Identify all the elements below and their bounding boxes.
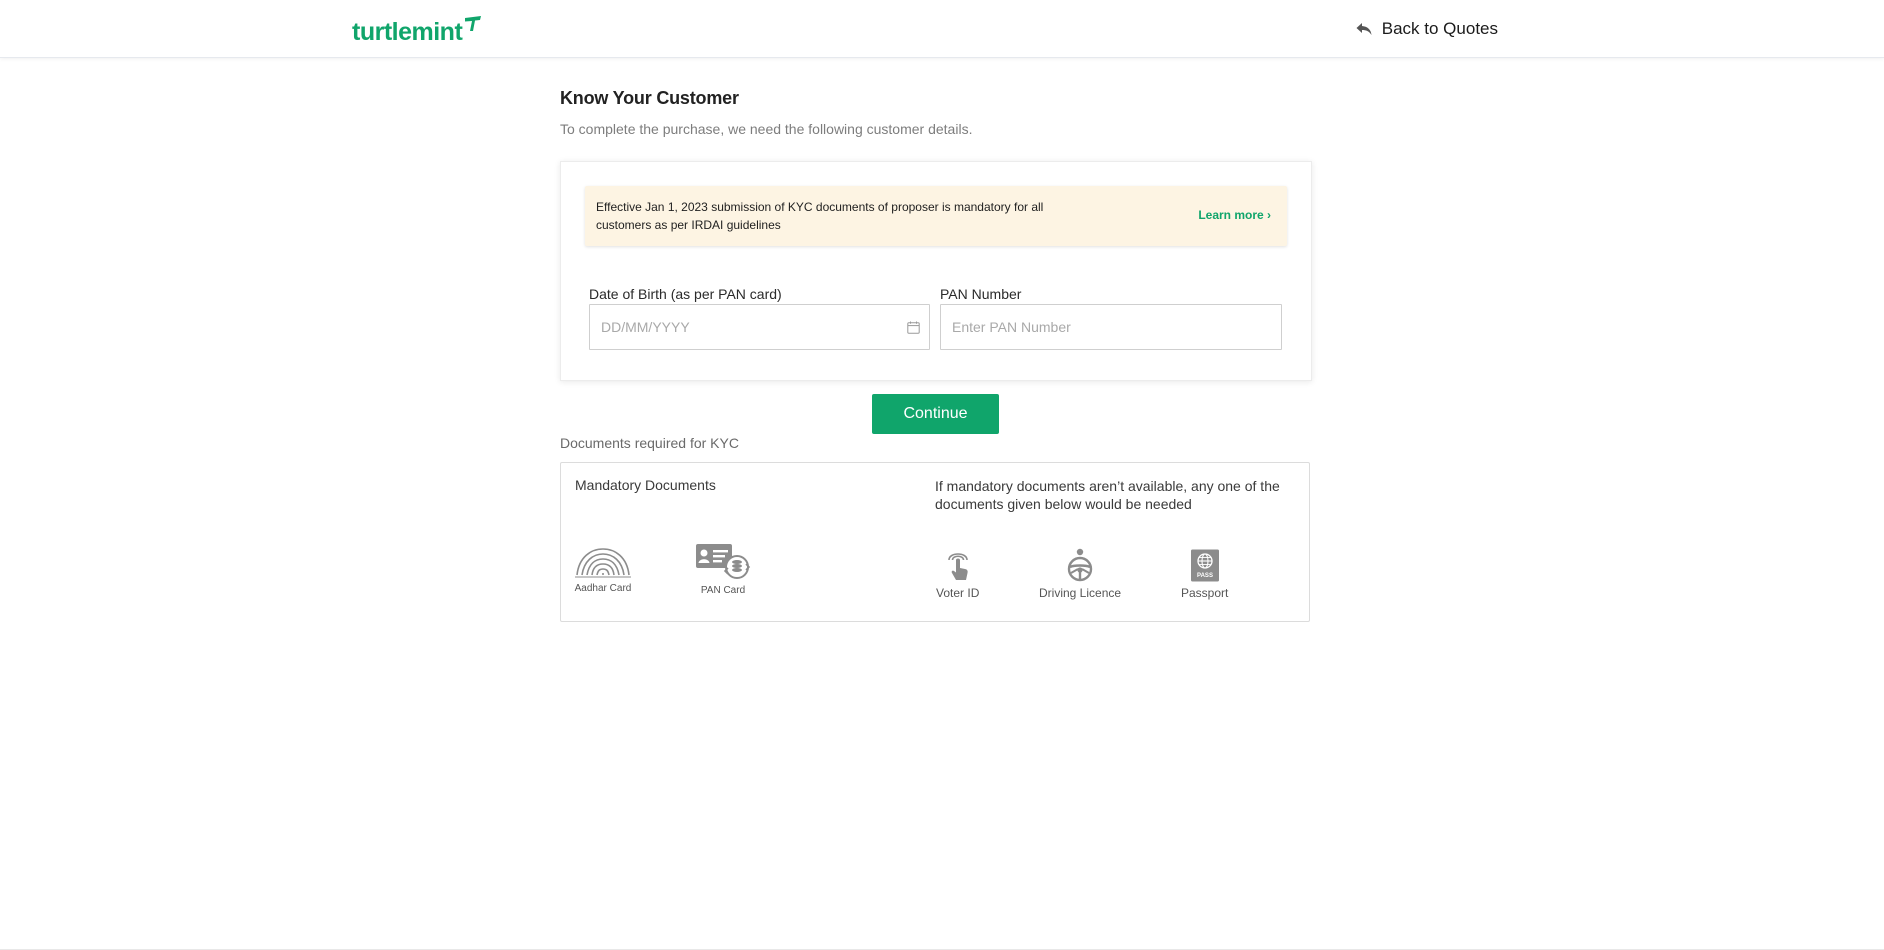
documents-box: Mandatory Documents If mandatory documen… xyxy=(560,462,1310,622)
back-to-quotes-link[interactable]: Back to Quotes xyxy=(1356,17,1498,41)
alternate-documents-title: If mandatory documents aren’t available,… xyxy=(935,478,1280,512)
doc-label-aadhar: Aadhar Card xyxy=(574,583,632,594)
voter-touch-icon xyxy=(947,553,968,580)
pan-input[interactable] xyxy=(940,304,1282,350)
top-header: turtlemint Back to Quotes xyxy=(0,0,1884,58)
learn-more-link[interactable]: Learn more › xyxy=(1198,208,1271,222)
mandatory-documents-title: Mandatory Documents xyxy=(575,477,716,493)
kyc-form-card: Effective Jan 1, 2023 submission of KYC … xyxy=(560,161,1312,381)
logo-text: turtlemint xyxy=(352,18,463,46)
doc-voter-id: Voter ID xyxy=(936,548,979,600)
page-subtitle: To complete the purchase, we need the fo… xyxy=(560,121,973,137)
dob-input[interactable] xyxy=(589,304,930,350)
doc-label-pan: PAN Card xyxy=(700,585,746,596)
steering-wheel-icon xyxy=(1067,548,1093,582)
fingerprint-icon xyxy=(575,548,631,578)
reply-arrow-icon xyxy=(1356,23,1372,35)
kyc-notice-banner: Effective Jan 1, 2023 submission of KYC … xyxy=(585,186,1287,246)
continue-button[interactable]: Continue xyxy=(872,394,999,434)
page-title: Know Your Customer xyxy=(560,88,739,108)
svg-text:PASS: PASS xyxy=(1197,573,1213,579)
pan-card-icon xyxy=(696,544,751,579)
doc-pan: PAN Card xyxy=(695,543,751,596)
calendar-icon[interactable] xyxy=(907,321,920,334)
doc-aadhar: Aadhar Card xyxy=(573,543,633,594)
doc-label-passport: Passport xyxy=(1181,586,1229,600)
passport-icon: PASS xyxy=(1190,549,1219,582)
pan-label: PAN Number xyxy=(940,286,1022,302)
doc-driving-licence: Driving Licence xyxy=(1039,548,1121,600)
doc-passport: PASS Passport xyxy=(1181,549,1228,600)
dob-label: Date of Birth (as per PAN card) xyxy=(589,286,782,302)
notice-text: Effective Jan 1, 2023 submission of KYC … xyxy=(596,200,1044,232)
doc-label-voter-id: Voter ID xyxy=(936,586,980,600)
turtlemint-logo[interactable]: turtlemint xyxy=(352,14,483,46)
back-to-quotes-label: Back to Quotes xyxy=(1381,19,1498,38)
doc-label-driving-licence: Driving Licence xyxy=(1039,586,1122,600)
documents-heading: Documents required for KYC xyxy=(560,435,739,451)
kyc-main: Know Your Customer To complete the purch… xyxy=(560,86,1312,622)
logo-mark-icon xyxy=(465,16,482,31)
